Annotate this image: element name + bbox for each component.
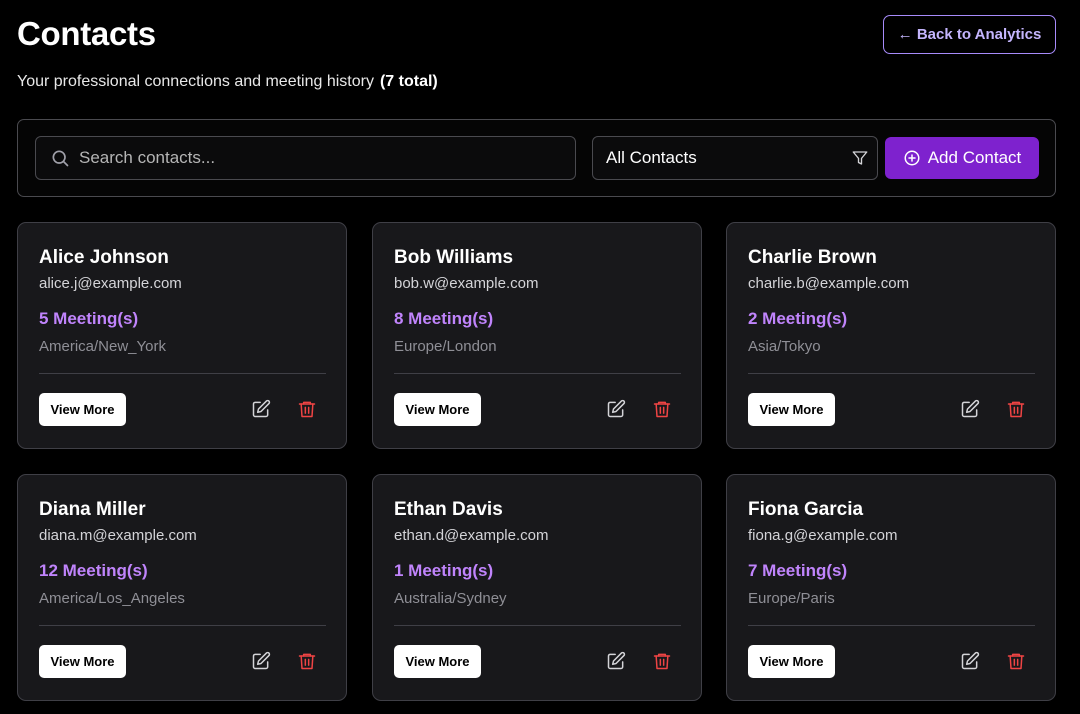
- contact-card: Charlie Brown charlie.b@example.com 2 Me…: [726, 222, 1056, 449]
- contact-card: Bob Williams bob.w@example.com 8 Meeting…: [372, 222, 702, 449]
- meeting-count: 1 Meeting(s): [394, 561, 494, 580]
- contact-name: Bob Williams: [394, 247, 514, 268]
- trash-icon[interactable]: [297, 651, 317, 671]
- card-divider: [748, 625, 1035, 626]
- contact-card: Fiona Garcia fiona.g@example.com 7 Meeti…: [726, 474, 1056, 701]
- trash-icon[interactable]: [297, 399, 317, 419]
- contact-name: Alice Johnson: [39, 247, 169, 268]
- card-divider: [748, 373, 1035, 374]
- contact-timezone: America/New_York: [39, 338, 166, 355]
- contact-email: diana.m@example.com: [39, 527, 197, 544]
- trash-icon[interactable]: [652, 399, 672, 419]
- contacts-page: Contacts Your professional connections a…: [0, 0, 1080, 714]
- edit-icon[interactable]: [960, 399, 980, 419]
- total-count: (7 total): [379, 73, 438, 90]
- contact-timezone: Europe/London: [394, 338, 497, 355]
- search-box[interactable]: [35, 136, 576, 180]
- contact-timezone: Europe/Paris: [748, 590, 835, 607]
- contacts-toolbar: All Contacts Add Contact: [17, 119, 1056, 197]
- edit-icon[interactable]: [960, 651, 980, 671]
- contact-card: Alice Johnson alice.j@example.com 5 Meet…: [17, 222, 347, 449]
- filter-value: All Contacts: [606, 148, 697, 167]
- search-icon: [52, 150, 69, 167]
- meeting-count: 12 Meeting(s): [39, 561, 148, 580]
- page-title: Contacts: [17, 15, 156, 52]
- edit-icon[interactable]: [606, 651, 626, 671]
- contact-timezone: Asia/Tokyo: [748, 338, 821, 355]
- add-contact-label: Add Contact: [927, 148, 1022, 167]
- card-divider: [394, 373, 681, 374]
- contact-name: Charlie Brown: [748, 247, 877, 268]
- card-divider: [394, 625, 681, 626]
- meeting-count: 5 Meeting(s): [39, 309, 139, 328]
- view-more-button[interactable]: View More: [39, 393, 126, 426]
- view-more-button[interactable]: View More: [394, 645, 481, 678]
- contact-name: Fiona Garcia: [748, 499, 864, 520]
- back-to-analytics-button[interactable]: ← Back to Analytics: [883, 15, 1056, 54]
- contact-timezone: Australia/Sydney: [394, 590, 507, 607]
- filter-icon: [852, 151, 868, 165]
- view-more-button[interactable]: View More: [394, 393, 481, 426]
- contact-email: charlie.b@example.com: [748, 275, 910, 292]
- plus-circle-icon: [904, 150, 920, 166]
- view-more-button[interactable]: View More: [39, 645, 126, 678]
- edit-icon[interactable]: [606, 399, 626, 419]
- add-contact-button[interactable]: Add Contact: [885, 137, 1039, 179]
- page-header: Contacts Your professional connections a…: [17, 14, 438, 92]
- view-more-button[interactable]: View More: [748, 393, 835, 426]
- subtitle-text: Your professional connections and meetin…: [17, 73, 374, 90]
- meeting-count: 7 Meeting(s): [748, 561, 848, 580]
- contact-card: Diana Miller diana.m@example.com 12 Meet…: [17, 474, 347, 701]
- contact-email: bob.w@example.com: [394, 275, 539, 292]
- trash-icon[interactable]: [1006, 651, 1026, 671]
- contact-timezone: America/Los_Angeles: [39, 590, 185, 607]
- search-input[interactable]: [79, 148, 575, 168]
- trash-icon[interactable]: [652, 651, 672, 671]
- contact-card: Ethan Davis ethan.d@example.com 1 Meetin…: [372, 474, 702, 701]
- card-divider: [39, 625, 326, 626]
- contact-email: ethan.d@example.com: [394, 527, 549, 544]
- edit-icon[interactable]: [251, 651, 271, 671]
- meeting-count: 2 Meeting(s): [748, 309, 848, 328]
- contact-email: alice.j@example.com: [39, 275, 182, 292]
- page-subtitle: Your professional connections and meetin…: [17, 72, 438, 92]
- view-more-button[interactable]: View More: [748, 645, 835, 678]
- contact-email: fiona.g@example.com: [748, 527, 898, 544]
- contact-filter-select[interactable]: All Contacts: [592, 136, 878, 180]
- card-divider: [39, 373, 326, 374]
- contact-name: Ethan Davis: [394, 499, 503, 520]
- contact-name: Diana Miller: [39, 499, 146, 520]
- meeting-count: 8 Meeting(s): [394, 309, 494, 328]
- trash-icon[interactable]: [1006, 399, 1026, 419]
- edit-icon[interactable]: [251, 399, 271, 419]
